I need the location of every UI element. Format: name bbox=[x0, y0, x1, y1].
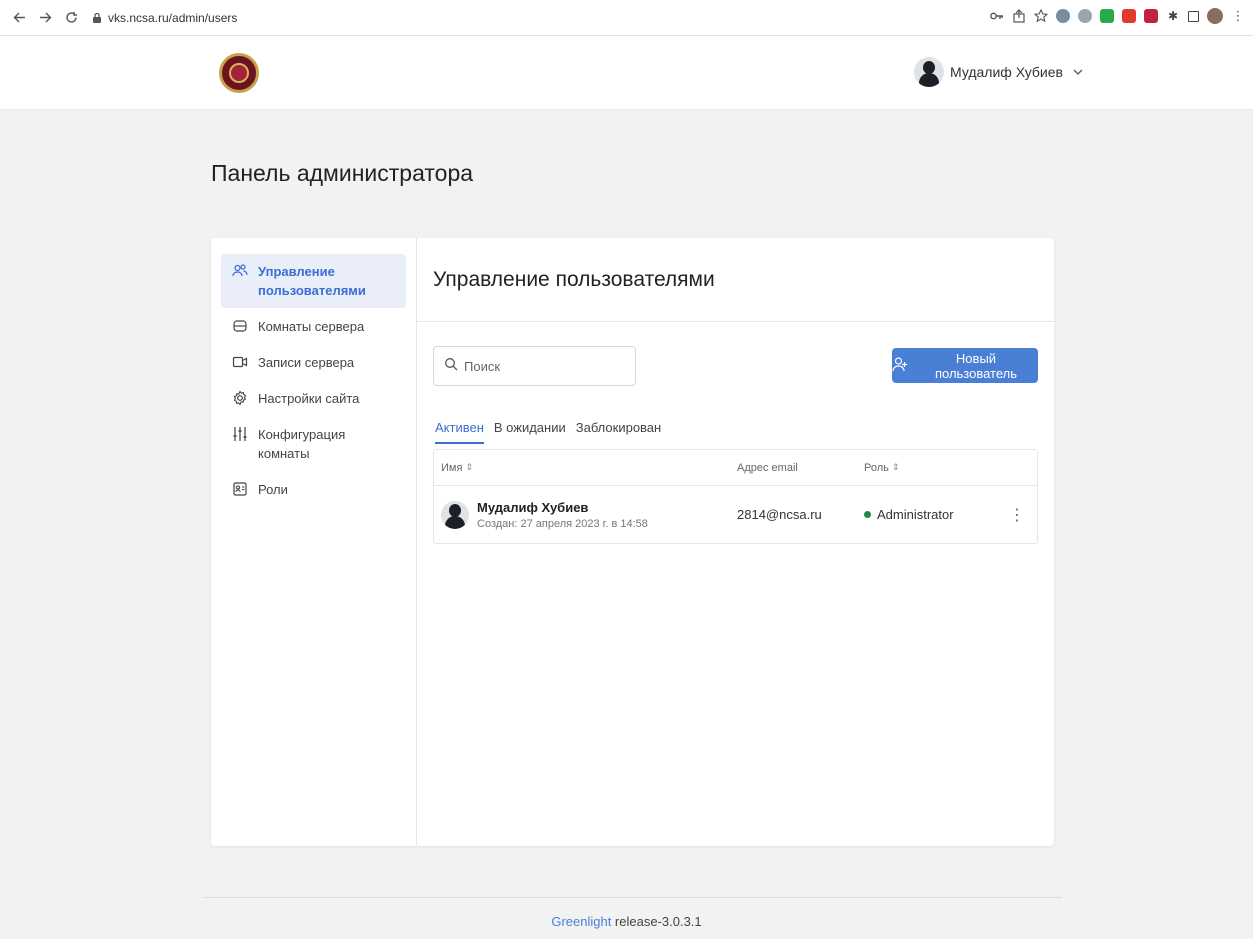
extension-grid-icon[interactable] bbox=[1078, 9, 1092, 23]
key-icon[interactable] bbox=[990, 9, 1004, 23]
footer: Greenlight release-3.0.3.1 bbox=[0, 914, 1253, 929]
sidebar-item-label: Комнаты сервера bbox=[258, 319, 365, 334]
sidebar-item-label: Роли bbox=[258, 482, 288, 497]
column-role-header[interactable]: Роль ⇕ bbox=[864, 462, 1037, 474]
video-recordings-icon bbox=[232, 354, 248, 370]
user-row-name: Мудалиф Хубиев bbox=[477, 499, 589, 515]
sidebar-item-recordings[interactable]: Записи сервера bbox=[221, 345, 406, 380]
user-avatar bbox=[441, 500, 469, 529]
user-name: Мудалиф Хубиев bbox=[950, 64, 1063, 80]
tab-pending[interactable]: В ожидании bbox=[494, 420, 566, 444]
sidebar-item-roles[interactable]: Роли bbox=[221, 472, 406, 507]
logo-emblem bbox=[229, 63, 249, 83]
sidebar-panel-icon[interactable] bbox=[1188, 10, 1199, 22]
table-header: Имя ⇕ Адрес email Роль ⇕ bbox=[434, 450, 1037, 486]
search-icon bbox=[444, 357, 458, 376]
user-row-role: Administrator bbox=[877, 507, 954, 522]
back-icon[interactable] bbox=[8, 7, 30, 29]
app-header: Мудалиф Хубиев bbox=[0, 36, 1253, 110]
extension-green-icon[interactable] bbox=[1100, 9, 1114, 23]
admin-panel-card: Управление пользователями Комнаты сервер… bbox=[211, 238, 1054, 846]
more-options-icon[interactable]: ⋮ bbox=[1009, 505, 1025, 525]
address-bar[interactable]: vks.ncsa.ru/admin/users bbox=[90, 6, 990, 30]
sort-icon: ⇕ bbox=[465, 462, 473, 472]
users-table: Имя ⇕ Адрес email Роль ⇕ Мудалиф Хубиев … bbox=[433, 449, 1038, 544]
browser-toolbar: vks.ncsa.ru/admin/users ✱ ⋮ bbox=[0, 0, 1253, 36]
footer-divider bbox=[203, 897, 1062, 898]
status-dot bbox=[864, 511, 871, 518]
sidebar-item-room-config[interactable]: Конфигурация комнаты bbox=[221, 417, 406, 471]
more-vert-icon[interactable]: ⋮ bbox=[1231, 8, 1245, 23]
server-rooms-icon bbox=[232, 318, 248, 334]
admin-sidebar: Управление пользователями Комнаты сервер… bbox=[211, 238, 417, 846]
users-icon bbox=[232, 263, 248, 279]
site-logo[interactable] bbox=[219, 53, 259, 93]
extension-gray-icon[interactable] bbox=[1056, 9, 1070, 23]
new-user-label: Новый пользователь bbox=[934, 350, 1018, 381]
sidebar-item-users[interactable]: Управление пользователями bbox=[221, 254, 406, 308]
table-row: Мудалиф Хубиев Создан: 27 апреля 2023 г.… bbox=[434, 486, 1037, 543]
sidebar-item-label: Настройки сайта bbox=[258, 391, 360, 406]
reload-icon[interactable] bbox=[60, 7, 82, 29]
search-box[interactable] bbox=[433, 346, 636, 386]
address-url: vks.ncsa.ru/admin/users bbox=[108, 10, 238, 25]
sidebar-item-label: Конфигурация комнаты bbox=[258, 427, 346, 461]
sliders-icon bbox=[232, 426, 248, 442]
column-name-header[interactable]: Имя ⇕ bbox=[434, 462, 737, 474]
user-menu[interactable]: Мудалиф Хубиев bbox=[914, 57, 1083, 87]
greenlight-link[interactable]: Greenlight bbox=[551, 914, 611, 929]
id-card-icon bbox=[232, 481, 248, 497]
forward-icon[interactable] bbox=[34, 7, 56, 29]
user-avatar bbox=[914, 57, 944, 87]
user-row-created: Создан: 27 апреля 2023 г. в 14:58 bbox=[477, 517, 648, 530]
bookmark-star-icon[interactable] bbox=[1034, 9, 1048, 23]
user-row-email: 2814@ncsa.ru bbox=[737, 507, 822, 522]
puzzle-icon[interactable]: ✱ bbox=[1166, 9, 1180, 23]
sidebar-item-server-rooms[interactable]: Комнаты сервера bbox=[221, 309, 406, 344]
name-cell: Мудалиф Хубиев Создан: 27 апреля 2023 г.… bbox=[434, 500, 737, 530]
search-input[interactable] bbox=[464, 358, 624, 374]
footer-version: release-3.0.3.1 bbox=[611, 914, 702, 929]
browser-extensions: ✱ ⋮ bbox=[990, 8, 1245, 24]
add-user-icon bbox=[892, 356, 908, 375]
sidebar-item-label: Управление пользователями bbox=[258, 264, 366, 298]
tab-banned[interactable]: Заблокирован bbox=[576, 420, 661, 444]
lock-icon bbox=[90, 11, 104, 25]
new-user-button[interactable]: Новый пользователь bbox=[892, 348, 1038, 383]
user-management-panel: Управление пользователями Новый пользова… bbox=[417, 238, 1054, 846]
extension-shield-icon[interactable] bbox=[1144, 9, 1158, 23]
chevron-down-icon bbox=[1073, 66, 1083, 78]
sidebar-item-site-settings[interactable]: Настройки сайта bbox=[221, 381, 406, 416]
gear-icon bbox=[232, 390, 248, 406]
profile-avatar-icon[interactable] bbox=[1207, 8, 1223, 24]
sort-icon: ⇕ bbox=[891, 462, 900, 472]
user-status-tabs: Активен В ожидании Заблокирован bbox=[435, 420, 661, 444]
extension-red-icon[interactable] bbox=[1122, 9, 1136, 23]
page-title: Панель администратора bbox=[211, 160, 474, 186]
sidebar-item-label: Записи сервера bbox=[258, 355, 355, 370]
panel-title: Управление пользователями bbox=[433, 267, 715, 291]
column-email-header: Адрес email bbox=[737, 461, 798, 474]
tab-active[interactable]: Активен bbox=[435, 420, 484, 444]
panel-header: Управление пользователями bbox=[417, 238, 1054, 322]
share-icon[interactable] bbox=[1012, 9, 1026, 23]
